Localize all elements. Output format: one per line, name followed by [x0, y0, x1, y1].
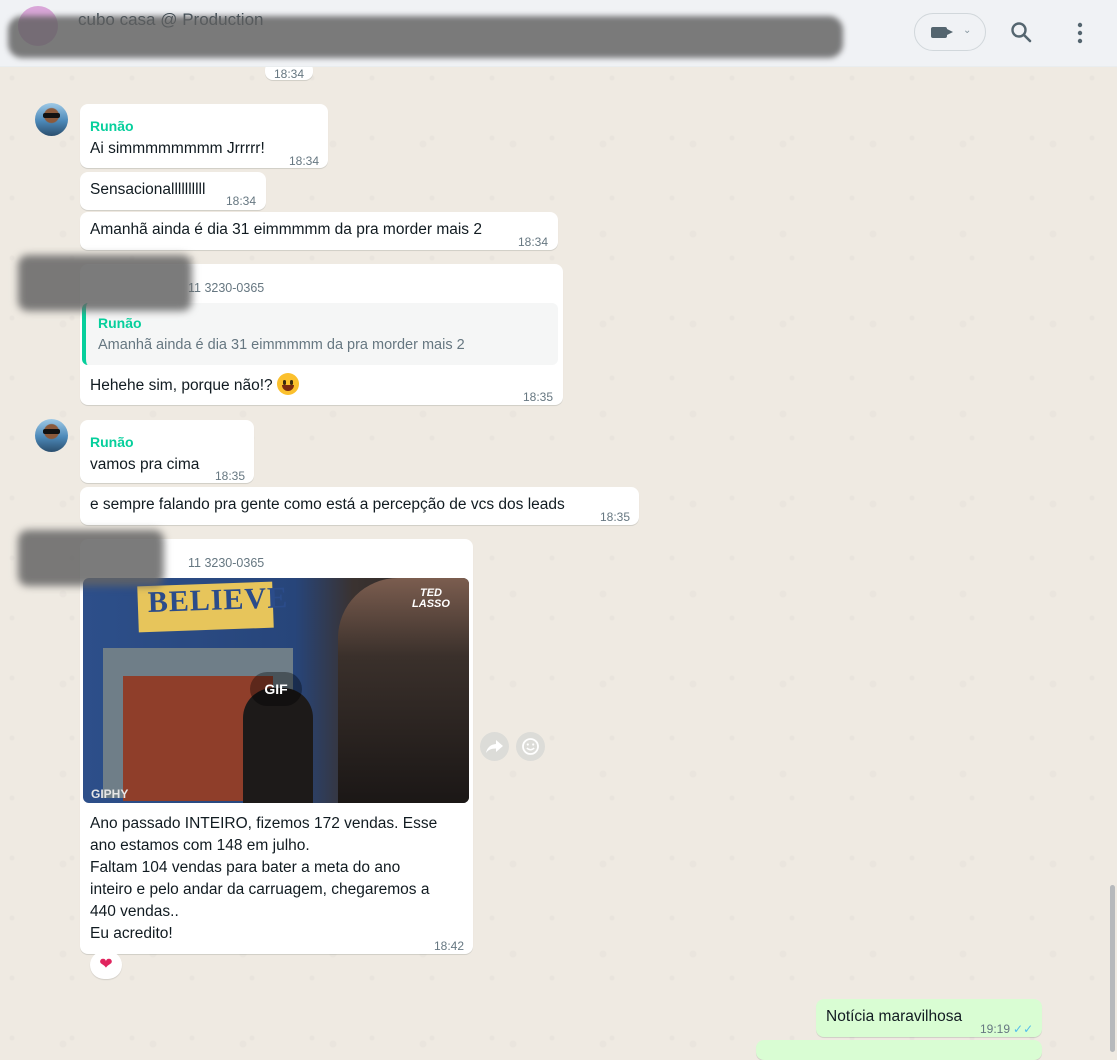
gif-play-badge[interactable]: GIF [250, 672, 302, 706]
message-bubble[interactable]: Amanhã ainda é dia 31 eimmmmm da pra mor… [80, 212, 558, 250]
quoted-text: Amanhã ainda é dia 31 eimmmmm da pra mor… [98, 337, 465, 353]
message-bubble[interactable]: Sensacionallllllllll 18:34 [80, 172, 266, 210]
message-text-line: Ano passado INTEIRO, fizemos 172 vendas.… [90, 815, 438, 832]
message-text-line: Faltam 104 vendas para bater a meta do a… [90, 859, 401, 876]
quoted-message[interactable]: Runão Amanhã ainda é dia 31 eimmmmm da p… [82, 303, 558, 365]
chevron-down-icon: ⌄ [963, 25, 972, 36]
quoted-sender: Runão [98, 315, 142, 331]
sunglasses [43, 429, 60, 434]
forward-button[interactable] [480, 732, 509, 761]
message-text-row: Hehehe sim, porque não!? [90, 373, 299, 397]
message-bubble[interactable]: Runão vamos pra cima 18:35 [80, 420, 254, 483]
grinning-emoji-icon [277, 373, 299, 395]
search-icon [1011, 22, 1032, 43]
message-text-line: inteiro e pelo andar da carruagem, chega… [90, 881, 430, 898]
message-text: Ai simmmmmmmm Jrrrrr! [90, 140, 265, 157]
message-time: 18:35 [523, 390, 554, 404]
message-text-line: 440 vendas.. [90, 903, 179, 920]
menu-icon [1077, 22, 1083, 44]
message-time: 18:35 [215, 469, 246, 483]
message-time: 18:42 [434, 939, 465, 953]
message-text-block: Ano passado INTEIRO, fizemos 172 vendas.… [90, 813, 460, 945]
message-time: 18:34 [226, 194, 257, 208]
emoji-icon [522, 738, 539, 755]
gif-media[interactable]: BELIEVE GIF GIPHY TED LASSO [83, 578, 469, 803]
sender-name[interactable]: Runão [90, 115, 134, 137]
scrollbar[interactable] [1110, 885, 1115, 1052]
message-text: Notícia maravilhosa [826, 1008, 963, 1025]
message-text-line: Eu acredito! [90, 925, 173, 942]
avatar-runao[interactable] [35, 103, 68, 136]
message-time-row: 19:19 ✓✓ [980, 1018, 1033, 1040]
redacted-sender [18, 255, 192, 311]
sunglasses [43, 113, 60, 118]
show-logo: TED LASSO [412, 587, 450, 610]
forward-icon [486, 740, 503, 753]
video-call-icon [931, 27, 953, 38]
message-bubble[interactable]: Runão Ai simmmmmmmm Jrrrrr! 18:34 [80, 104, 328, 168]
search-button[interactable] [1009, 20, 1033, 49]
message-time: 18:34 [518, 235, 549, 249]
message-text: e sempre falando pra gente como está a p… [90, 496, 565, 513]
avatar-runao[interactable] [35, 419, 68, 452]
message-bubble-outgoing-partial[interactable] [756, 1040, 1042, 1060]
gif-sign: BELIEVE [137, 581, 289, 633]
message-text: Hehehe sim, porque não!? [90, 377, 273, 394]
message-text: vamos pra cima [90, 456, 200, 473]
reaction-heart[interactable]: ❤ [90, 951, 122, 979]
message-text-line: ano estamos com 148 em julho. [90, 837, 310, 854]
message-time: 19:19 [980, 1022, 1011, 1036]
redacted-header-info [8, 16, 843, 58]
giphy-watermark: GIPHY [91, 787, 129, 801]
message-time: 18:35 [600, 510, 631, 524]
message-bubble-outgoing[interactable]: Notícia maravilhosa 19:19 ✓✓ [816, 999, 1042, 1037]
sender-phone[interactable]: 11 3230-0365 [188, 552, 264, 574]
message-time: 18:34 [289, 154, 320, 168]
message-text: Sensacionallllllllll [90, 181, 206, 198]
message-text: Amanhã ainda é dia 31 eimmmmm da pra mor… [90, 221, 482, 238]
message-bubble-gif[interactable]: 11 3230-0365 BELIEVE GIF GIPHY TED LASSO… [80, 539, 473, 954]
redacted-sender [18, 530, 164, 586]
react-button[interactable] [516, 732, 545, 761]
chat-header: cubo casa @ Production ⌄ [0, 0, 1117, 67]
double-check-icon: ✓✓ [1013, 1022, 1034, 1036]
gif-figure-foreground [338, 578, 469, 803]
video-call-button[interactable]: ⌄ [914, 13, 986, 51]
sender-name[interactable]: Runão [90, 431, 134, 453]
message-bubble[interactable]: e sempre falando pra gente como está a p… [80, 487, 639, 525]
sender-phone[interactable]: 11 3230-0365 [188, 277, 264, 299]
menu-button[interactable] [1070, 20, 1090, 51]
gif-sign-text: BELIEVE [147, 581, 289, 620]
